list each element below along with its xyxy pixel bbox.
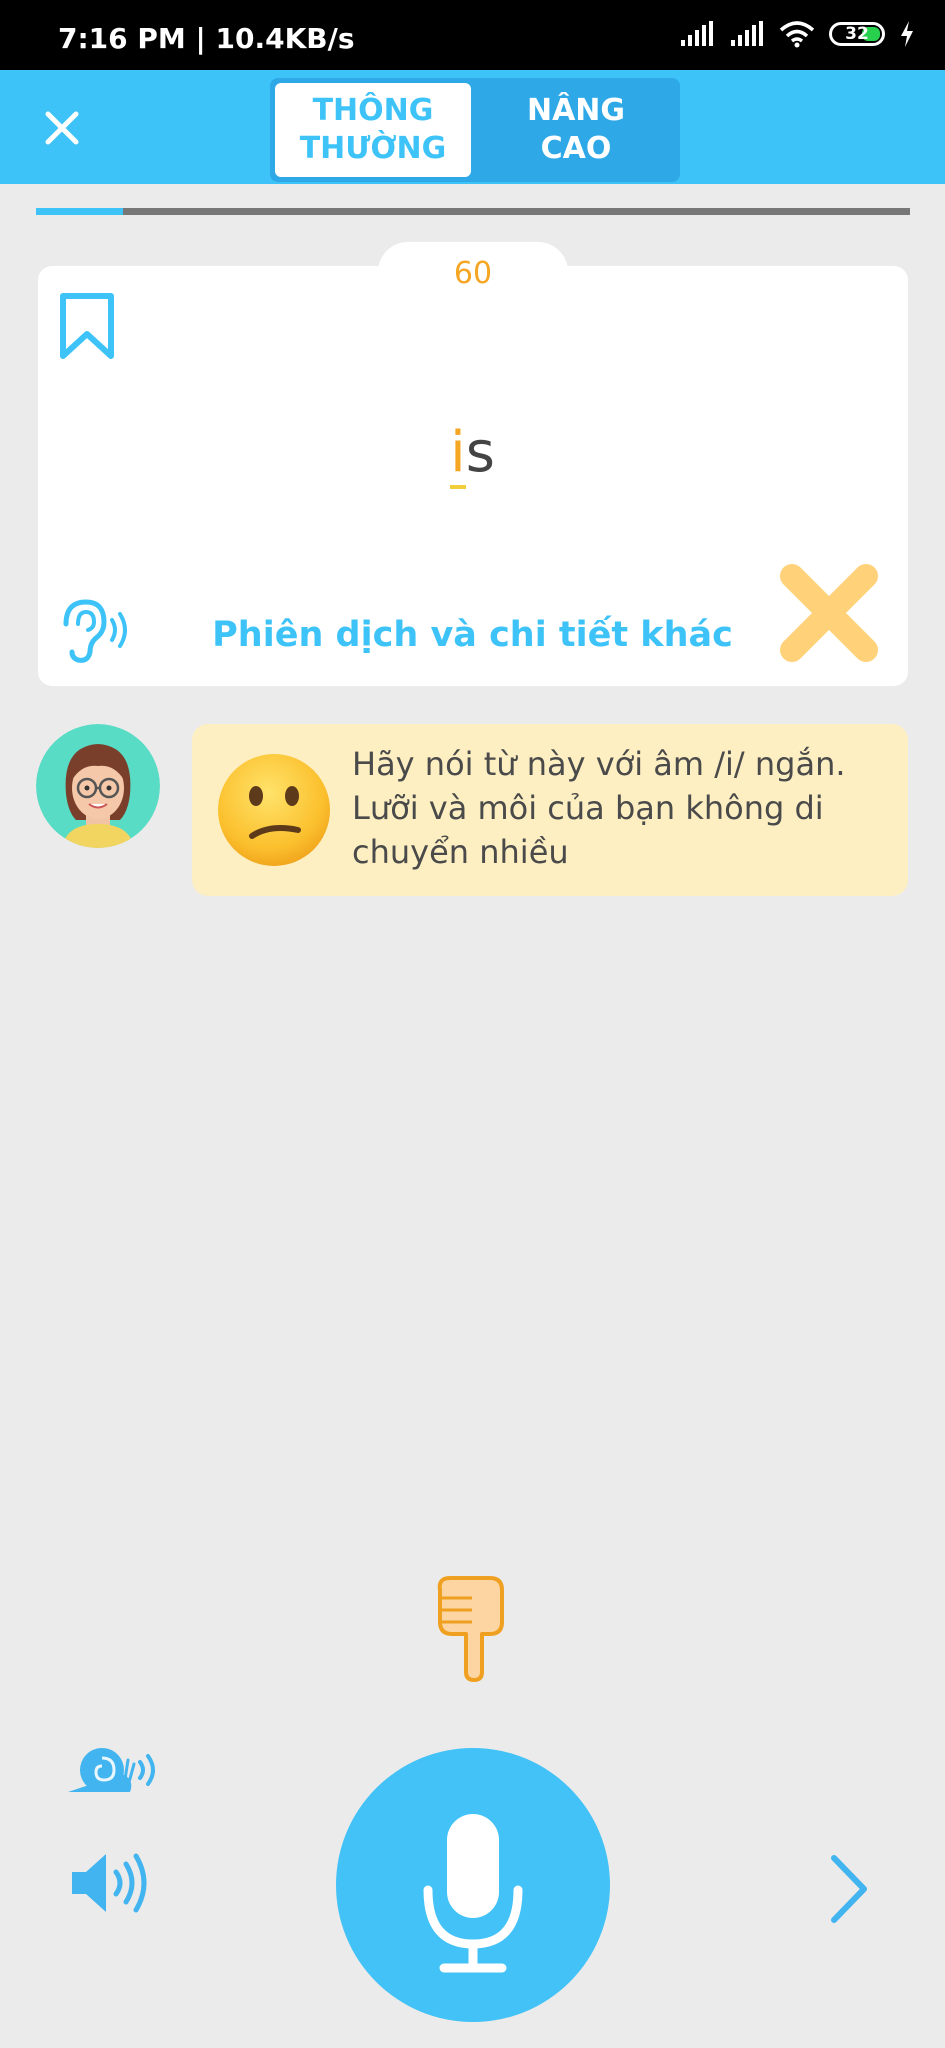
feedback-text: Hãy nói từ này với âm /i/ ngắn. Lưỡi và … [352, 745, 846, 871]
snail-icon[interactable] [64, 1742, 158, 1798]
charging-icon [901, 21, 913, 47]
confused-face-icon [218, 754, 330, 866]
tab-advanced[interactable]: NÂNG CAO [478, 83, 674, 177]
word-rest: s [465, 420, 495, 485]
mode-toggle: THÔNG THƯỜNG NÂNG CAO [270, 78, 680, 182]
pointing-down-hand-icon [437, 1576, 504, 1682]
bookmark-icon[interactable] [58, 292, 116, 362]
signal-icon [731, 21, 763, 46]
microphone-button[interactable] [336, 1748, 610, 2022]
chevron-right-icon[interactable] [826, 1852, 872, 1926]
top-bar: THÔNG THƯỜNG NÂNG CAO [0, 70, 945, 184]
wifi-icon [779, 21, 815, 48]
progress-fill [36, 208, 124, 215]
status-bar: 7:16 PM | 10.4KB/s 32 [0, 0, 945, 70]
speaker-icon[interactable] [68, 1848, 154, 1918]
score-value: 60 [453, 256, 493, 291]
microphone-icon [423, 1814, 523, 1973]
avatar [36, 724, 160, 848]
signal-icon [681, 21, 713, 46]
close-icon[interactable] [36, 102, 88, 154]
status-time-speed: 7:16 PM | 10.4KB/s [58, 22, 355, 55]
tab-normal[interactable]: THÔNG THƯỜNG [275, 83, 471, 177]
battery-icon: 32 [829, 22, 885, 46]
word-highlight: i [450, 420, 466, 489]
lesson-progress-bar [36, 208, 910, 215]
x-mark-icon [780, 564, 878, 662]
status-icons: 32 [679, 20, 915, 48]
target-word: is [0, 420, 945, 489]
